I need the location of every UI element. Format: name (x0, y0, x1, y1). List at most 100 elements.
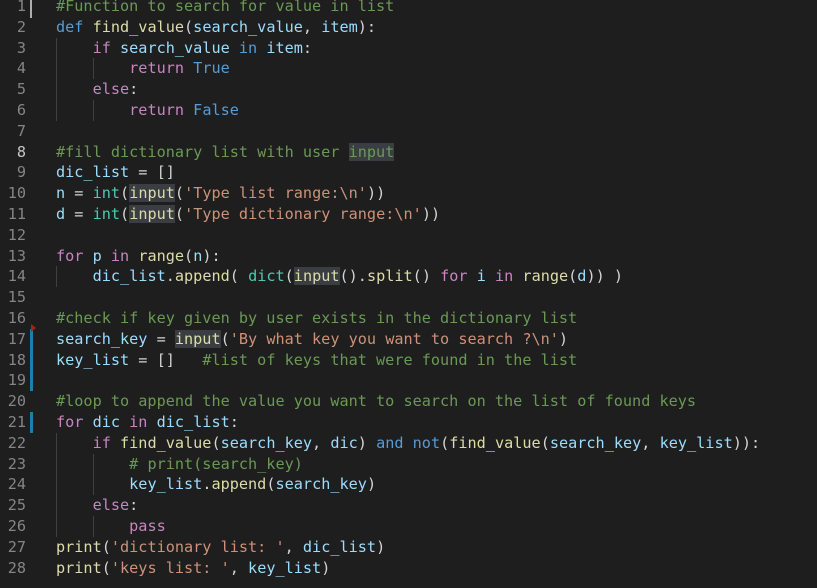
code-token: ) (558, 329, 569, 348)
code-token: in (129, 413, 157, 431)
code-line[interactable]: #check if key given by user exists in th… (56, 308, 577, 329)
code-token: else (92, 80, 130, 99)
code-token: , (229, 558, 249, 577)
code-token: = [] (129, 350, 203, 369)
deleted-line-marker (31, 324, 36, 332)
code-line[interactable]: key_list.append(search_key) (56, 474, 376, 495)
code-line[interactable]: key_list = [] #list of keys that were fo… (56, 350, 577, 371)
code-line[interactable]: dic_list = [] (56, 162, 175, 183)
code-line[interactable]: if search_value in item: (56, 38, 312, 59)
line-number: 21 (7, 413, 26, 431)
code-comment: #list of keys that were found in the lis… (202, 350, 578, 369)
code-token: False (193, 101, 239, 119)
indent-guide (92, 516, 94, 537)
line-number: 2 (16, 17, 26, 36)
code-token: d (56, 205, 66, 223)
code-token: ( (220, 329, 230, 348)
code-token: , (641, 433, 660, 452)
code-token: def (56, 17, 93, 36)
code-token: ( (211, 433, 221, 452)
indent-guide (56, 266, 57, 288)
code-token: . (165, 267, 175, 286)
line-number: 4 (16, 59, 26, 78)
code-comment: # print(search_key) (129, 454, 303, 473)
code-comment: #fill dictionary list with user (56, 142, 349, 161)
code-token: ) (366, 475, 377, 494)
code-token: ( (174, 205, 185, 223)
code-token: ( (540, 433, 550, 452)
line-number: 14 (7, 267, 26, 286)
code-line[interactable]: print('keys list: ', key_list) (56, 558, 330, 579)
code-token: , (284, 537, 303, 556)
code-line[interactable]: #fill dictionary list with user input (56, 142, 395, 163)
line-number: 25 (7, 496, 26, 515)
code-token: int (92, 184, 121, 203)
code-token: pass (129, 517, 166, 535)
code-token: ( (120, 205, 130, 223)
code-line[interactable]: #loop to append the value you want to se… (56, 391, 696, 412)
code-token: 'Type dictionary range:\n' (184, 205, 422, 223)
code-line[interactable]: def find_value(search_value, item): (56, 17, 376, 38)
code-token: search_key (549, 433, 642, 452)
code-line[interactable]: search_key = input('By what key you want… (56, 329, 568, 350)
line-number: 26 (7, 517, 26, 535)
code-token: p (92, 246, 111, 265)
code-token: = (65, 184, 93, 203)
code-token: key_list (129, 475, 203, 494)
code-line[interactable]: return True (56, 58, 230, 79)
code-token: )) (366, 184, 386, 203)
code-line[interactable]: return False (56, 100, 239, 121)
code-token: search_key (56, 329, 148, 348)
code-token: = (65, 205, 93, 223)
code-token: append (174, 267, 230, 286)
code-token: dic (92, 413, 130, 431)
code-line[interactable]: #Function to search for value in list (56, 0, 394, 17)
code-token: dict (248, 267, 285, 286)
code-line[interactable]: else: (56, 79, 139, 100)
code-token: return (129, 101, 194, 119)
code-token: item (266, 38, 303, 57)
code-token: ) (321, 558, 331, 577)
code-token: key_list (56, 350, 130, 369)
code-token: ( (440, 433, 450, 452)
code-line[interactable]: for dic in dic_list: (56, 412, 239, 433)
line-number: 6 (16, 101, 26, 119)
code-token: input (129, 184, 175, 203)
code-line[interactable]: n = int(input('Type list range:\n')) (56, 183, 385, 204)
code-line[interactable]: for p in range(n): (56, 246, 221, 267)
code-token: for (56, 246, 93, 265)
code-editor[interactable]: 1 2 3 4 5 6 7 8 9 10 11 12 13 14 15 16 17 18 19 20 21 22 23 24 2… (0, 0, 817, 588)
code-token: ( (120, 184, 130, 203)
code-line[interactable]: pass (56, 516, 166, 537)
code-line[interactable]: print('dictionary list: ', dic_list) (56, 537, 385, 558)
code-line[interactable]: d = int(input('Type dictionary range:\n'… (56, 204, 440, 225)
indent-guide (92, 453, 94, 496)
code-token: ( (284, 267, 294, 286)
code-token: input (293, 267, 340, 286)
line-number: 17 (7, 329, 26, 348)
code-token: input (129, 205, 175, 223)
line-number: 8 (16, 142, 26, 161)
code-token: search_key (275, 475, 367, 494)
code-line[interactable]: if find_value(search_key, dic) and not(f… (56, 433, 761, 454)
line-number: 3 (16, 38, 26, 57)
indent-guide (56, 37, 57, 121)
code-comment: #check if key given by user exists in th… (56, 309, 578, 327)
code-token: in (494, 267, 523, 286)
modified-lines-indicator (30, 328, 33, 392)
code-token: search_value (193, 17, 303, 36)
code-token: if (92, 38, 121, 57)
code-token: ( (184, 17, 194, 36)
line-number: 27 (7, 537, 26, 556)
code-token: 'keys list: ' (110, 558, 230, 577)
code-line[interactable]: dic_list.append( dict(input().split() fo… (56, 266, 623, 287)
line-number: 16 (7, 309, 26, 327)
code-token: : (302, 38, 313, 57)
code-token: key_list (248, 558, 322, 577)
code-line[interactable]: else: (56, 495, 139, 516)
code-token: and (376, 433, 413, 452)
code-token: 'By what key you want to search ?\n' (229, 329, 559, 348)
code-token: : (129, 80, 139, 99)
